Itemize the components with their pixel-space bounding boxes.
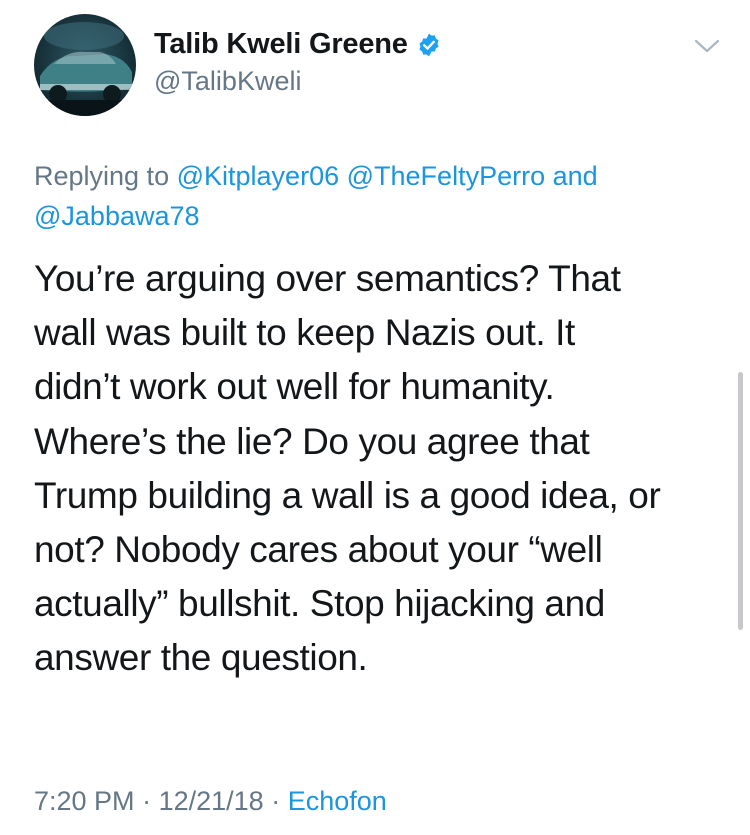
replying-to-label: Replying to [34,161,170,191]
tweet-time[interactable]: 7:20 PM [34,786,135,816]
mention-link[interactable]: @TheFeltyPerro [347,161,545,191]
tweet-date[interactable]: 12/21/18 [159,786,264,816]
tweet-meta: 7:20 PM · 12/21/18 · Echofon [34,786,387,817]
tweet-source-link[interactable]: Echofon [288,786,387,816]
mention-link[interactable]: @Jabbawa78 [34,201,200,231]
tweet-line: wall was built to keep Nazis out. It [34,312,575,354]
scrollbar[interactable] [738,372,743,630]
tweet-line: not? Nobody cares about your “well [34,529,603,571]
tweet-line: You’re arguing over semantics? That [34,258,621,299]
meta-separator: · [271,786,281,816]
tweet-line: Trump building a wall is a good idea, or [34,474,661,516]
tweet-text: You’re arguing over semantics? That wall… [34,252,734,686]
verified-badge-icon [416,32,442,58]
tweet-line: answer the question. [34,637,368,679]
tweet-line: actually” bullshit. Stop hijacking and [34,583,605,625]
tweet-line: didn’t work out well for humanity. [34,366,555,408]
avatar-photo-graphic [34,22,136,116]
tweet-line: Where’s the lie? Do you agree that [34,420,590,462]
meta-separator: · [142,786,152,816]
display-name[interactable]: Talib Kweli Greene [154,28,442,61]
mention-link[interactable]: @Kitplayer06 [177,161,340,191]
avatar[interactable] [34,14,136,116]
mention-and[interactable]: and [553,161,598,191]
display-name-text[interactable]: Talib Kweli Greene [154,28,408,61]
chevron-down-icon[interactable] [692,34,722,58]
user-handle[interactable]: @TalibKweli [154,66,301,97]
replying-to: Replying to @Kitplayer06 @TheFeltyPerro … [34,156,714,236]
